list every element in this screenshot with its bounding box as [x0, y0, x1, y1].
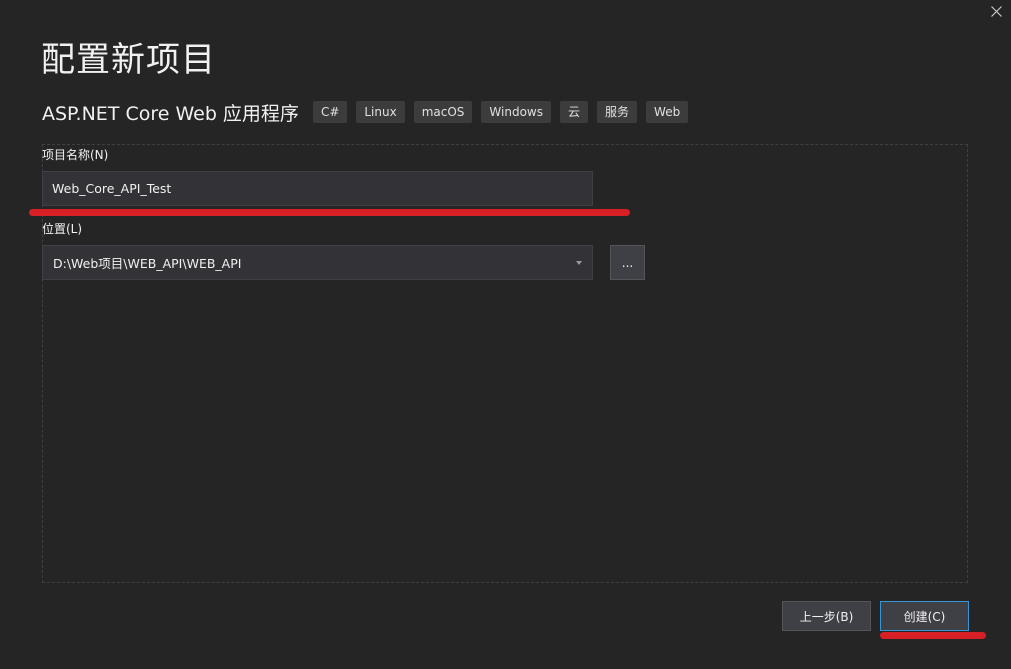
tag-macos: macOS	[413, 101, 473, 123]
browse-button[interactable]: ...	[610, 245, 645, 280]
tag-web: Web	[646, 101, 689, 123]
project-name-input[interactable]	[42, 171, 593, 206]
location-value: D:\Web项目\WEB_API\WEB_API	[53, 256, 242, 271]
red-underline-annotation	[880, 632, 986, 639]
red-underline-annotation	[29, 209, 630, 216]
template-name: ASP.NET Core Web 应用程序	[42, 102, 299, 125]
tag-csharp: C#	[312, 101, 348, 123]
dropdown-arrow-icon	[576, 260, 582, 265]
location-dropdown[interactable]: D:\Web项目\WEB_API\WEB_API	[42, 245, 593, 280]
back-button[interactable]: 上一步(B)	[782, 601, 871, 631]
tag-service: 服务	[597, 101, 638, 123]
configure-project-dialog: 配置新项目 ASP.NET Core Web 应用程序 C# Linux mac…	[0, 0, 1011, 669]
location-label: 位置(L)	[42, 222, 83, 236]
project-name-label: 项目名称(N)	[42, 148, 109, 162]
page-title: 配置新项目	[41, 40, 216, 80]
close-button[interactable]	[981, 0, 1011, 22]
template-info: ASP.NET Core Web 应用程序 C# Linux macOS Win…	[42, 98, 697, 126]
tag-cloud: 云	[560, 101, 589, 123]
tag-linux: Linux	[356, 101, 405, 123]
tag-windows: Windows	[481, 101, 551, 123]
close-icon	[990, 5, 1002, 17]
create-button[interactable]: 创建(C)	[880, 601, 969, 631]
